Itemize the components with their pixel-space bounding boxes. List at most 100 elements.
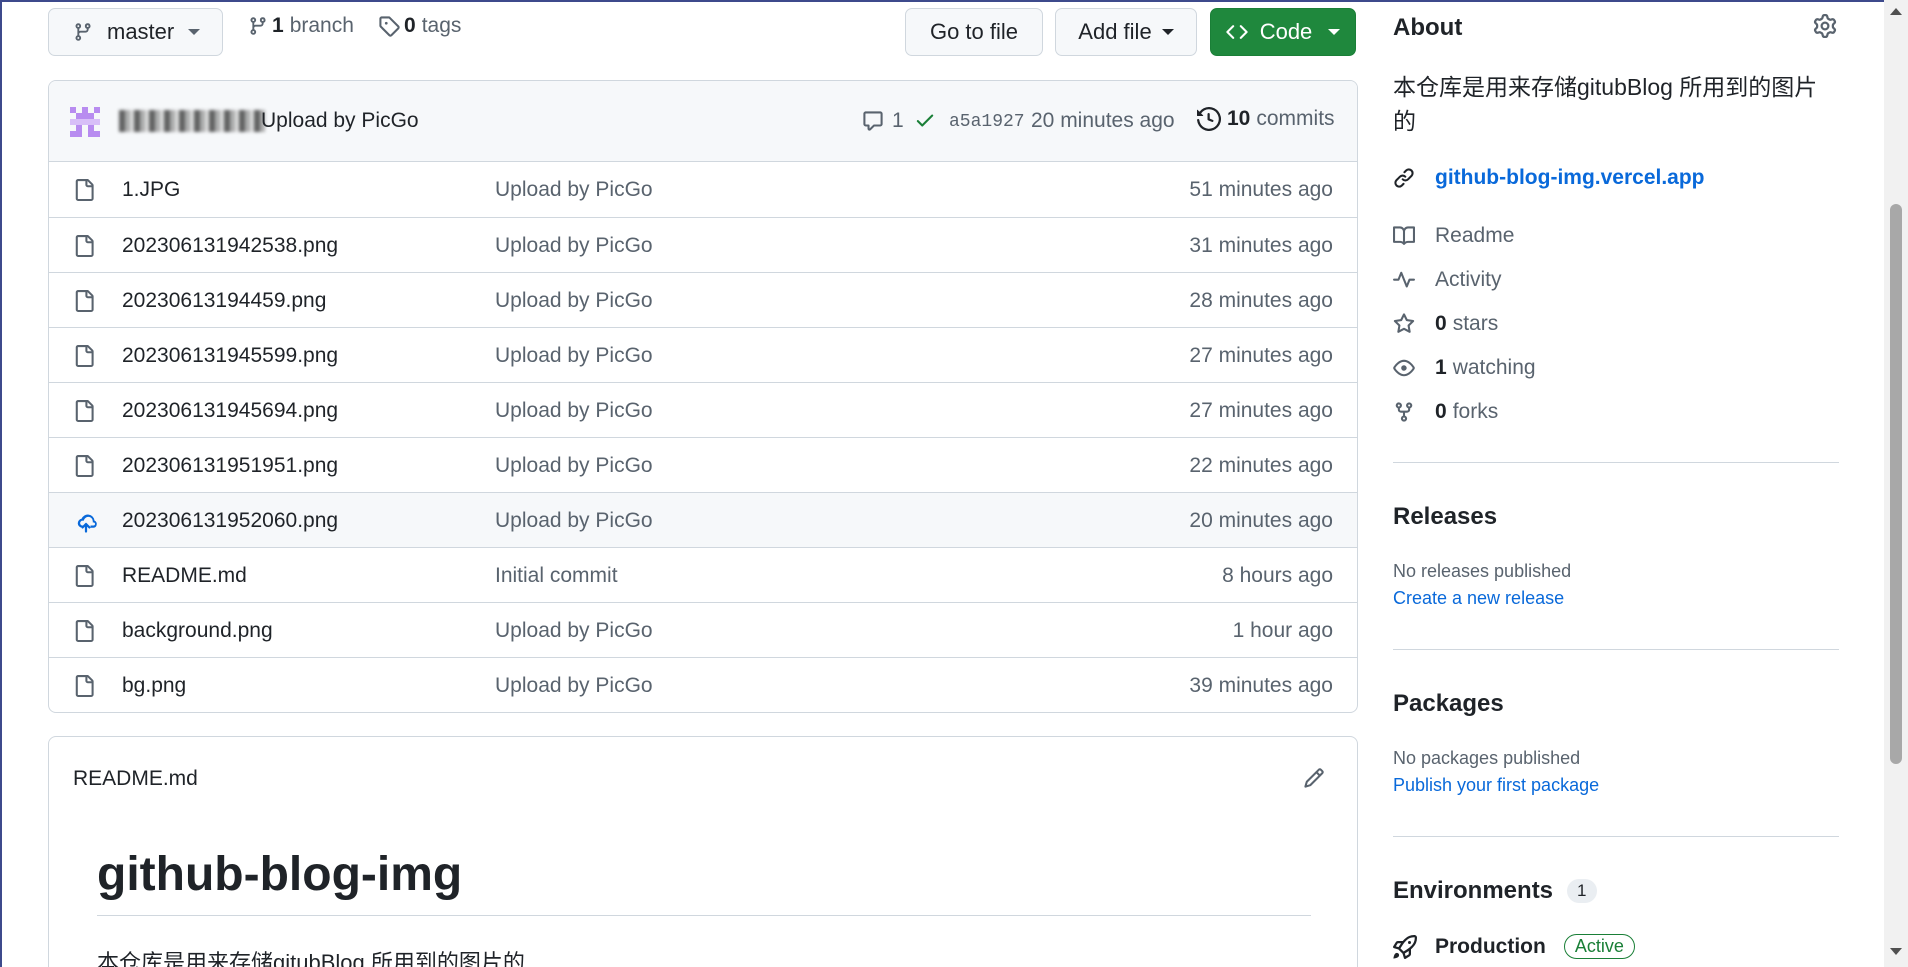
file-commit-message[interactable]: Upload by PicGo <box>495 674 653 698</box>
watching-count: 1 <box>1435 356 1447 379</box>
go-to-file-button[interactable]: Go to file <box>905 8 1043 56</box>
file-name[interactable]: 20230613194459.png <box>122 289 326 313</box>
file-name[interactable]: 202306131942538.png <box>122 234 338 258</box>
git-branch-icon <box>248 15 268 37</box>
readme-panel: README.md github-blog-img 本仓库是用来存储gitubB… <box>48 736 1358 967</box>
divider <box>97 915 1311 916</box>
releases-title[interactable]: Releases <box>1393 503 1497 531</box>
forks-link[interactable]: 0 forks <box>1393 400 1498 424</box>
file-icon <box>73 234 95 258</box>
file-name[interactable]: 1.JPG <box>122 178 180 202</box>
file-row[interactable]: bg.png Upload by PicGo 39 minutes ago <box>49 657 1357 712</box>
forks-count: 0 <box>1435 400 1447 423</box>
pulse-icon <box>1393 269 1419 291</box>
file-commit-message[interactable]: Upload by PicGo <box>495 344 653 368</box>
tags-link[interactable]: 0 tags <box>378 14 461 38</box>
environments-header[interactable]: Environments 1 <box>1393 877 1597 905</box>
readme-heading: github-blog-img <box>97 848 463 901</box>
file-row[interactable]: background.png Upload by PicGo 1 hour ago <box>49 602 1357 657</box>
environment-production[interactable]: Production Active <box>1393 934 1635 959</box>
branches-link[interactable]: 1 branch <box>248 14 354 38</box>
scroll-up-arrow[interactable] <box>1890 8 1902 15</box>
pencil-icon[interactable] <box>1303 767 1325 789</box>
divider <box>1393 836 1839 837</box>
file-name[interactable]: 202306131945694.png <box>122 399 338 423</box>
production-label: Production <box>1435 934 1546 958</box>
file-age: 20 minutes ago <box>1189 509 1333 532</box>
environments-title: Environments <box>1393 877 1554 904</box>
website-url: github-blog-img.vercel.app <box>1435 166 1705 189</box>
file-name[interactable]: README.md <box>122 564 247 588</box>
scroll-down-arrow[interactable] <box>1890 948 1902 955</box>
file-row[interactable]: 202306131942538.png Upload by PicGo 31 min… <box>49 217 1357 272</box>
eye-icon <box>1393 357 1419 379</box>
commit-sha[interactable]: a5a1927 <box>949 112 1025 132</box>
stars-count: 0 <box>1435 312 1447 335</box>
add-file-label: Add file <box>1078 19 1152 44</box>
file-name[interactable]: bg.png <box>122 674 186 698</box>
file-row[interactable]: 1.JPG Upload by PicGo 51 minutes ago <box>49 162 1357 217</box>
tag-icon <box>378 15 400 37</box>
file-name[interactable]: 202306131951951.png <box>122 454 338 478</box>
scrollbar-thumb[interactable] <box>1890 204 1902 764</box>
avatar[interactable] <box>70 107 100 137</box>
file-commit-message[interactable]: Upload by PicGo <box>495 399 653 423</box>
file-row[interactable]: 20230613194459.png Upload by PicGo 28 minu… <box>49 272 1357 327</box>
branch-count: 1 <box>272 14 284 37</box>
branch-selector[interactable]: master <box>48 8 223 56</box>
code-label: Code <box>1259 19 1313 44</box>
website-link[interactable]: github-blog-img.vercel.app <box>1393 166 1705 190</box>
file-name[interactable]: background.png <box>122 619 273 643</box>
status-badge: Active <box>1563 934 1635 959</box>
file-row[interactable]: 202306131945694.png Upload by PicGo 27 min… <box>49 382 1357 437</box>
file-commit-message[interactable]: Upload by PicGo <box>495 509 653 533</box>
commit-comments[interactable]: 1 <box>862 109 904 133</box>
releases-empty: No releases published <box>1393 561 1572 581</box>
file-age: 31 minutes ago <box>1189 234 1333 257</box>
file-commit-message[interactable]: Upload by PicGo <box>495 289 653 313</box>
latest-commit-message[interactable]: Upload by PicGo <box>261 109 419 133</box>
file-commit-message[interactable]: Upload by PicGo <box>495 454 653 478</box>
file-age: 27 minutes ago <box>1189 399 1333 422</box>
scrollbar[interactable] <box>1884 0 1908 967</box>
watching-link[interactable]: 1 watching <box>1393 356 1536 380</box>
code-icon <box>1226 21 1248 43</box>
file-age: 1 hour ago <box>1232 619 1333 642</box>
add-file-button[interactable]: Add file <box>1055 8 1197 56</box>
file-name[interactable]: 202306131945599.png <box>122 344 338 368</box>
readme-label: Readme <box>1435 224 1515 247</box>
forks-label: forks <box>1452 400 1499 423</box>
commits-history-link[interactable]: 10 commits <box>1197 107 1335 131</box>
comment-icon <box>862 110 884 132</box>
file-row[interactable]: 202306131951951.png Upload by PicGo 22 min… <box>49 437 1357 492</box>
activity-link[interactable]: Activity <box>1393 268 1502 292</box>
readme-filename[interactable]: README.md <box>73 767 198 791</box>
code-button[interactable]: Code <box>1210 8 1356 56</box>
file-row[interactable]: 202306131952060.png Upload by PicGo 20 min… <box>49 492 1357 547</box>
file-name[interactable]: 202306131952060.png <box>122 509 338 533</box>
file-commit-message[interactable]: Initial commit <box>495 564 618 588</box>
file-icon <box>73 454 95 478</box>
latest-commit-bar: Upload by PicGo 1 a5a1927 20 minutes ago… <box>49 81 1357 162</box>
create-release-link[interactable]: Create a new release <box>1393 588 1564 609</box>
file-commit-message[interactable]: Upload by PicGo <box>495 178 653 202</box>
file-list: 1.JPG Upload by PicGo 51 minutes ago 202306… <box>49 162 1357 712</box>
file-commit-message[interactable]: Upload by PicGo <box>495 234 653 258</box>
packages-title[interactable]: Packages <box>1393 690 1504 718</box>
comment-count: 1 <box>892 109 904 132</box>
commits-label: commits <box>1256 107 1335 130</box>
gear-icon[interactable] <box>1813 14 1837 38</box>
publish-package-link[interactable]: Publish your first package <box>1393 775 1599 796</box>
branch-name: master <box>107 19 175 44</box>
readme-link[interactable]: Readme <box>1393 224 1514 248</box>
file-row[interactable]: 202306131945599.png Upload by PicGo 27 min… <box>49 327 1357 382</box>
tag-count: 0 <box>404 14 416 37</box>
stars-label: stars <box>1452 312 1499 335</box>
file-row[interactable]: README.md Initial commit 8 hours ago <box>49 547 1357 602</box>
check-icon[interactable] <box>914 109 936 131</box>
commits-count: 10 <box>1227 107 1251 130</box>
stars-link[interactable]: 0 stars <box>1393 312 1498 336</box>
file-commit-message[interactable]: Upload by PicGo <box>495 619 653 643</box>
file-icon <box>73 344 95 368</box>
rocket-icon <box>1393 934 1419 959</box>
